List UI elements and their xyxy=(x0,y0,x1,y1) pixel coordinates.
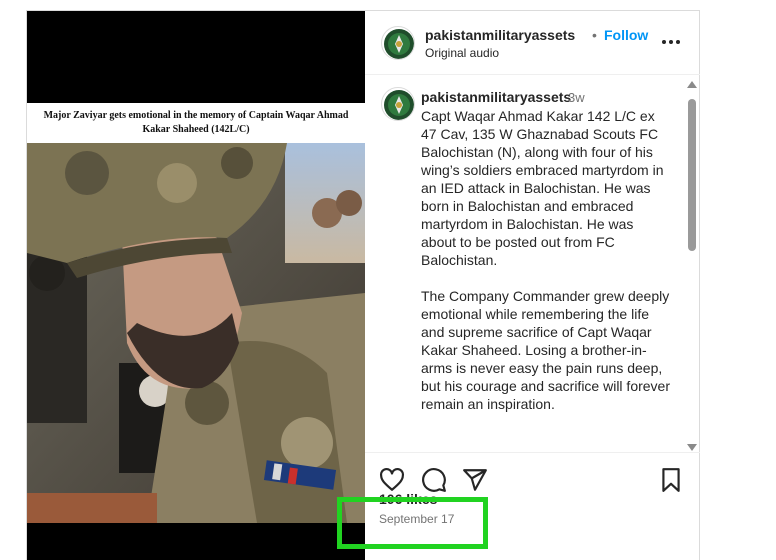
caption-timestamp[interactable]: 3w xyxy=(568,90,585,105)
header-username[interactable]: pakistanmilitaryassets xyxy=(425,27,575,43)
more-dot xyxy=(669,40,673,44)
more-options-icon[interactable] xyxy=(662,37,680,47)
caption-avatar[interactable] xyxy=(381,87,415,121)
post-header: pakistanmilitaryassets • Follow Original… xyxy=(365,11,700,75)
caption-paragraph: Capt Waqar Ahmad Kakar 142 L/C ex 47 Cav… xyxy=(421,108,664,268)
caption-username[interactable]: pakistanmilitaryassets xyxy=(421,89,571,105)
scroll-down-arrow-icon[interactable] xyxy=(687,444,697,451)
post-date[interactable]: September 17 xyxy=(379,512,454,526)
army-emblem-icon xyxy=(384,29,414,59)
more-dot xyxy=(676,40,680,44)
scroll-thumb[interactable] xyxy=(688,99,696,251)
comments-panel[interactable]: pakistanmilitaryassets 3w Capt Waqar Ahm… xyxy=(365,75,700,453)
media-caption-banner: Major Zaviyar gets emotional in the memo… xyxy=(27,103,365,143)
bookmark-icon[interactable] xyxy=(658,467,684,493)
share-icon[interactable] xyxy=(462,467,488,493)
follow-button[interactable]: Follow xyxy=(604,27,648,43)
video-frame xyxy=(27,143,365,523)
more-dot xyxy=(662,40,666,44)
video-frame-image xyxy=(27,143,365,523)
media-caption-text: Major Zaviyar gets emotional in the memo… xyxy=(43,110,349,135)
header-separator: • xyxy=(592,27,597,43)
post-media[interactable]: Major Zaviyar gets emotional in the memo… xyxy=(27,11,365,560)
likes-count[interactable]: 106 likes xyxy=(379,491,437,507)
scroll-up-arrow-icon[interactable] xyxy=(687,81,697,88)
comment-icon[interactable] xyxy=(421,467,447,493)
heart-icon[interactable] xyxy=(379,467,405,493)
comments-scrollbar[interactable] xyxy=(686,75,698,452)
audio-label[interactable]: Original audio xyxy=(425,46,499,60)
post-container: Major Zaviyar gets emotional in the memo… xyxy=(26,10,700,560)
army-emblem-icon xyxy=(384,90,414,120)
caption-paragraph: The Company Commander grew deeply emotio… xyxy=(421,288,671,412)
caption-text: Capt Waqar Ahmad Kakar 142 L/C ex 47 Cav… xyxy=(421,107,671,413)
profile-avatar[interactable] xyxy=(381,26,415,60)
